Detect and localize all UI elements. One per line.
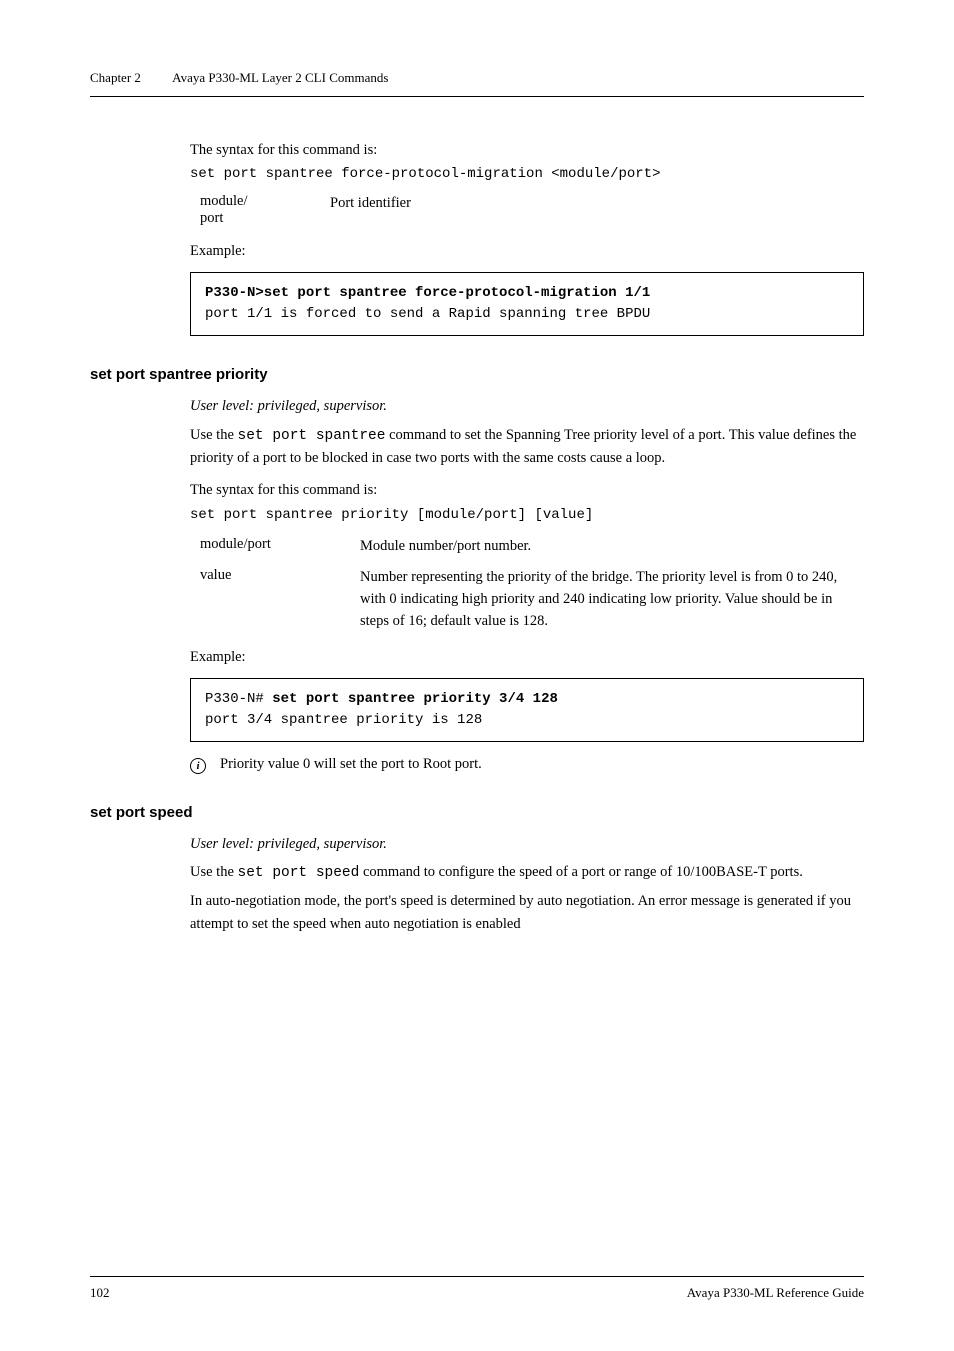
syntax-intro: The syntax for this command is: bbox=[190, 479, 864, 501]
param-name: module/ port bbox=[200, 193, 330, 227]
prompt: P330-N# bbox=[205, 691, 272, 707]
desc-pre: Use the bbox=[190, 427, 238, 443]
guide-title: Avaya P330-ML Reference Guide bbox=[687, 1285, 864, 1301]
desc-post: command to configure the speed of a port… bbox=[359, 864, 803, 880]
chapter-label: Chapter 2 bbox=[90, 70, 141, 85]
example-command: set port spantree priority 3/4 128 bbox=[272, 691, 558, 707]
example-output: P330-N>set port spantree force-protocol-… bbox=[190, 272, 864, 336]
syntax-code: set port spantree force-protocol-migrati… bbox=[190, 165, 864, 185]
example-command: P330-N>set port spantree force-protocol-… bbox=[205, 283, 849, 304]
syntax-intro: The syntax for this command is: bbox=[190, 139, 864, 161]
page-number: 102 bbox=[90, 1285, 110, 1301]
user-level: User level: privileged, supervisor. bbox=[190, 395, 864, 417]
note-text: Priority value 0 will set the port to Ro… bbox=[220, 756, 482, 773]
info-icon: i bbox=[190, 758, 206, 774]
desc-code: set port spantree bbox=[238, 428, 386, 444]
example-label: Example: bbox=[190, 243, 864, 260]
section-heading-priority: set port spantree priority bbox=[90, 366, 864, 383]
param-desc: Module number/port number. bbox=[360, 536, 864, 558]
example-line: P330-N# set port spantree priority 3/4 1… bbox=[205, 689, 849, 710]
param-desc: Number representing the priority of the … bbox=[360, 567, 864, 632]
block-continued: The syntax for this command is: set port… bbox=[190, 139, 864, 336]
command-description: Use the set port spantree command to set… bbox=[190, 424, 864, 470]
command-description: Use the set port speed command to config… bbox=[190, 861, 864, 884]
section-body-priority: User level: privileged, supervisor. Use … bbox=[190, 395, 864, 773]
section-heading-speed: set port speed bbox=[90, 804, 864, 821]
example-label: Example: bbox=[190, 649, 864, 666]
param-row: module/ port Port identifier bbox=[200, 193, 864, 227]
param-row: module/port Module number/port number. bbox=[200, 536, 864, 558]
example-result: port 1/1 is forced to send a Rapid spann… bbox=[205, 304, 849, 325]
command-description-2: In auto-negotiation mode, the port's spe… bbox=[190, 890, 864, 935]
note-row: i Priority value 0 will set the port to … bbox=[190, 756, 864, 774]
param-name: value bbox=[200, 567, 360, 632]
param-name: module/port bbox=[200, 536, 360, 558]
example-output: P330-N# set port spantree priority 3/4 1… bbox=[190, 678, 864, 742]
chapter-title: Avaya P330-ML Layer 2 CLI Commands bbox=[172, 70, 388, 85]
page-footer: 102 Avaya P330-ML Reference Guide bbox=[90, 1276, 864, 1301]
section-body-speed: User level: privileged, supervisor. Use … bbox=[190, 833, 864, 936]
desc-code: set port speed bbox=[238, 865, 360, 881]
syntax-code: set port spantree priority [module/port]… bbox=[190, 506, 864, 526]
param-row: value Number representing the priority o… bbox=[200, 567, 864, 632]
page-header: Chapter 2 Avaya P330-ML Layer 2 CLI Comm… bbox=[90, 70, 864, 97]
desc-pre: Use the bbox=[190, 864, 238, 880]
param-desc: Port identifier bbox=[330, 193, 864, 227]
user-level: User level: privileged, supervisor. bbox=[190, 833, 864, 855]
example-result: port 3/4 spantree priority is 128 bbox=[205, 710, 849, 731]
